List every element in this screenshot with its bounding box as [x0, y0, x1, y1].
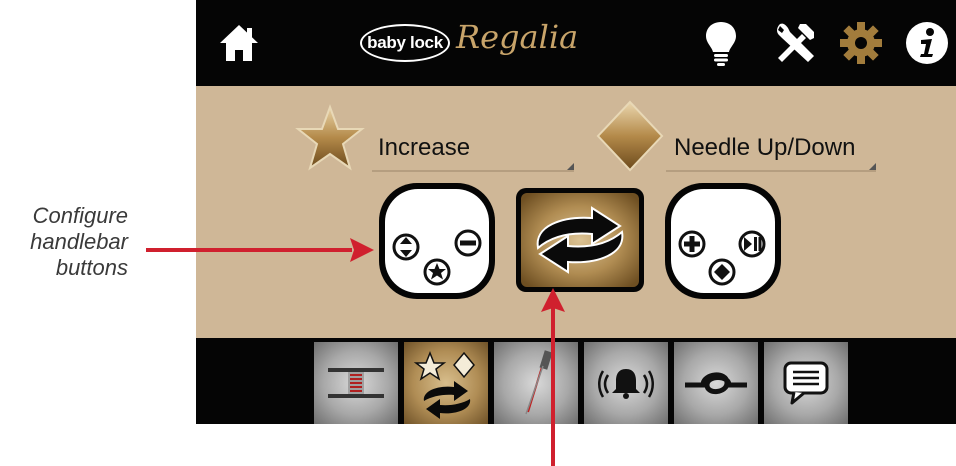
vertical-arrow — [541, 288, 565, 466]
horizontal-arrow — [146, 238, 374, 262]
annotation-arrows — [146, 238, 565, 466]
